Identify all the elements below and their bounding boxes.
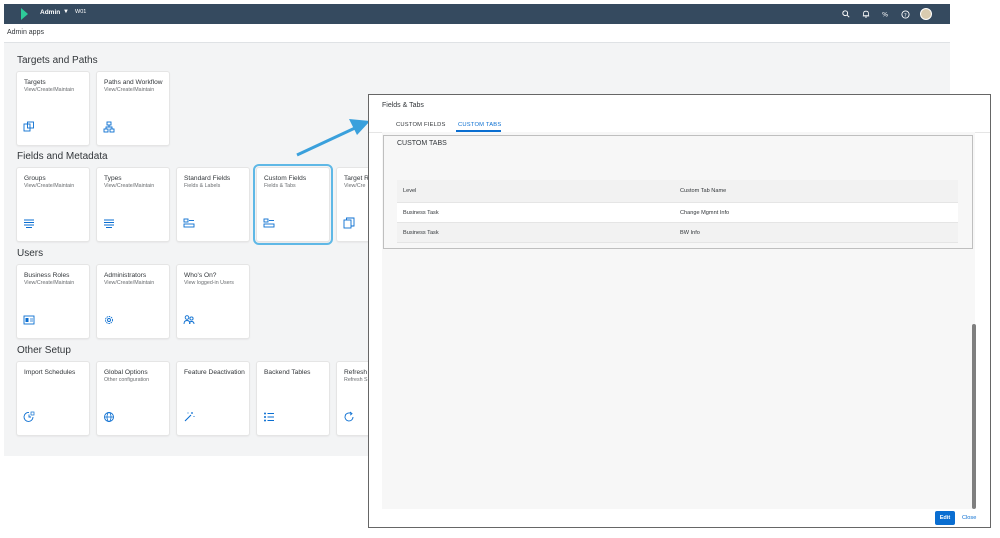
edit-button[interactable]: Edit: [935, 511, 955, 525]
fields-icon: [263, 218, 275, 228]
tile-title: Standard Fields: [184, 175, 231, 182]
chevron-down-icon[interactable]: ▼: [63, 9, 69, 15]
tile-subtitle: Other configuration: [104, 377, 150, 383]
breadcrumb[interactable]: Admin apps: [7, 29, 44, 36]
table-row[interactable]: Business Task BW Info: [397, 223, 958, 243]
custom-tabs-table: Level Custom Tab Name Business Task Chan…: [397, 180, 958, 243]
column-header-level[interactable]: Level: [403, 188, 416, 194]
tile-title: Backend Tables: [264, 369, 311, 376]
tile-subtitle: Fields & Tabs: [264, 183, 296, 189]
tile-subtitle: View/Create/Maintain: [104, 280, 155, 286]
tile-business-roles[interactable]: Business Roles View/Create/Maintain: [17, 265, 89, 338]
tile-subtitle: View/Create/Maintain: [24, 183, 75, 189]
globe-icon: [104, 412, 114, 422]
breadcrumb-bar: Admin apps: [4, 24, 950, 43]
tile-title: Targets: [24, 79, 46, 86]
tile-custom-fields[interactable]: Custom Fields Fields & Tabs: [253, 164, 333, 245]
fields-tabs-dialog: Fields & Tabs CUSTOM FIELDS CUSTOM TABS …: [368, 94, 991, 528]
panel-title: CUSTOM TABS: [397, 140, 447, 147]
list-icon: [104, 219, 114, 228]
section-title-other-setup: Other Setup: [17, 345, 71, 356]
dialog-footer: Edit Close: [369, 509, 990, 527]
section-title-users: Users: [17, 248, 44, 259]
schedule-icon: [23, 411, 35, 422]
tile-subtitle: View/Create/Maintain: [24, 280, 75, 286]
tile-subtitle: View logged-in Users: [184, 280, 234, 286]
cell-level: Business Task: [403, 230, 439, 236]
tile-subtitle: Fields & Labels: [184, 183, 221, 189]
help-icon[interactable]: ?: [900, 9, 911, 20]
tile-title: Import Schedules: [24, 369, 76, 376]
tile-targets[interactable]: Targets View/Create/Maintain: [17, 72, 89, 145]
column-header-custom-tab-name[interactable]: Custom Tab Name: [680, 188, 726, 194]
dialog-title: Fields & Tabs: [382, 102, 424, 109]
section-title-targets-paths: Targets and Paths: [17, 55, 98, 66]
cell-custom-tab-name: Change Mgmnt Info: [680, 210, 730, 216]
tile-groups[interactable]: Groups View/Create/Maintain: [17, 168, 89, 241]
tile-whos-on[interactable]: Who's On? View logged-in Users: [177, 265, 249, 338]
tile-feature-deactivation[interactable]: Feature Deactivation: [177, 362, 249, 435]
tile-subtitle: View/Create/Maintain: [104, 87, 155, 93]
tile-standard-fields[interactable]: Standard Fields Fields & Labels: [177, 168, 249, 241]
workflow-icon: [103, 121, 115, 133]
tab-custom-tabs[interactable]: CUSTOM TABS: [458, 122, 501, 128]
svg-text:%: %: [882, 10, 888, 18]
tile-subtitle: View/Cre: [344, 183, 366, 189]
tile-subtitle: View/Create/Maintain: [104, 183, 155, 189]
admin-gear-icon: [105, 316, 113, 324]
environment-label: W01: [75, 9, 87, 15]
tile-subtitle: Refresh S: [344, 377, 368, 383]
bell-icon[interactable]: [860, 9, 871, 20]
targets-icon: [23, 121, 34, 132]
shell-bar: Admin ▼ W01 % ?: [4, 4, 950, 24]
cell-custom-tab-name: BW Info: [680, 230, 700, 236]
close-button[interactable]: Close: [962, 511, 976, 525]
users-icon: [183, 315, 195, 325]
refresh-icon: [344, 411, 354, 422]
tile-types[interactable]: Types View/Create/Maintain: [97, 168, 169, 241]
copy-icon: [343, 217, 355, 229]
tile-title: Administrators: [104, 272, 147, 279]
tile-title: Feature Deactivation: [184, 369, 245, 376]
custom-tabs-panel: CUSTOM TABS Level Custom Tab Name Busine…: [383, 135, 973, 249]
cell-level: Business Task: [403, 210, 439, 216]
tile-global-options[interactable]: Global Options Other configuration: [97, 362, 169, 435]
callout-arrow: [296, 119, 370, 157]
translate-icon[interactable]: %: [880, 9, 891, 20]
fields-icon: [183, 218, 195, 228]
scrollbar-thumb[interactable]: [972, 324, 976, 509]
tab-custom-fields[interactable]: CUSTOM FIELDS: [396, 122, 446, 128]
tile-backend-tables[interactable]: Backend Tables: [257, 362, 329, 435]
user-avatar[interactable]: [920, 8, 932, 20]
tile-title: Paths and Workflow: [104, 79, 163, 86]
tile-paths-workflow[interactable]: Paths and Workflow View/Create/Maintain: [97, 72, 169, 145]
app-logo[interactable]: [21, 8, 28, 20]
svg-text:?: ?: [904, 12, 907, 18]
tile-title: Groups: [24, 175, 46, 182]
tile-title: Business Roles: [24, 272, 70, 279]
id-card-icon: [23, 315, 35, 325]
list-icon: [24, 219, 34, 228]
tile-import-schedules[interactable]: Import Schedules: [17, 362, 89, 435]
tile-title: Custom Fields: [264, 175, 307, 182]
table-row[interactable]: Business Task Change Mgmnt Info: [397, 203, 958, 223]
tile-subtitle: View/Create/Maintain: [24, 87, 75, 93]
app-title[interactable]: Admin: [40, 9, 60, 16]
tile-title: Types: [104, 175, 122, 182]
table-header: Level Custom Tab Name: [397, 180, 958, 203]
tile-title: Global Options: [104, 369, 148, 376]
section-title-fields-metadata: Fields and Metadata: [17, 151, 108, 162]
bulleted-list-icon: [264, 412, 274, 422]
tile-title: Who's On?: [184, 272, 217, 279]
dialog-tab-bar: CUSTOM FIELDS CUSTOM TABS: [369, 116, 990, 133]
tile-administrators[interactable]: Administrators View/Create/Maintain: [97, 265, 169, 338]
magic-wand-icon: [184, 412, 195, 422]
search-icon[interactable]: [840, 9, 851, 20]
